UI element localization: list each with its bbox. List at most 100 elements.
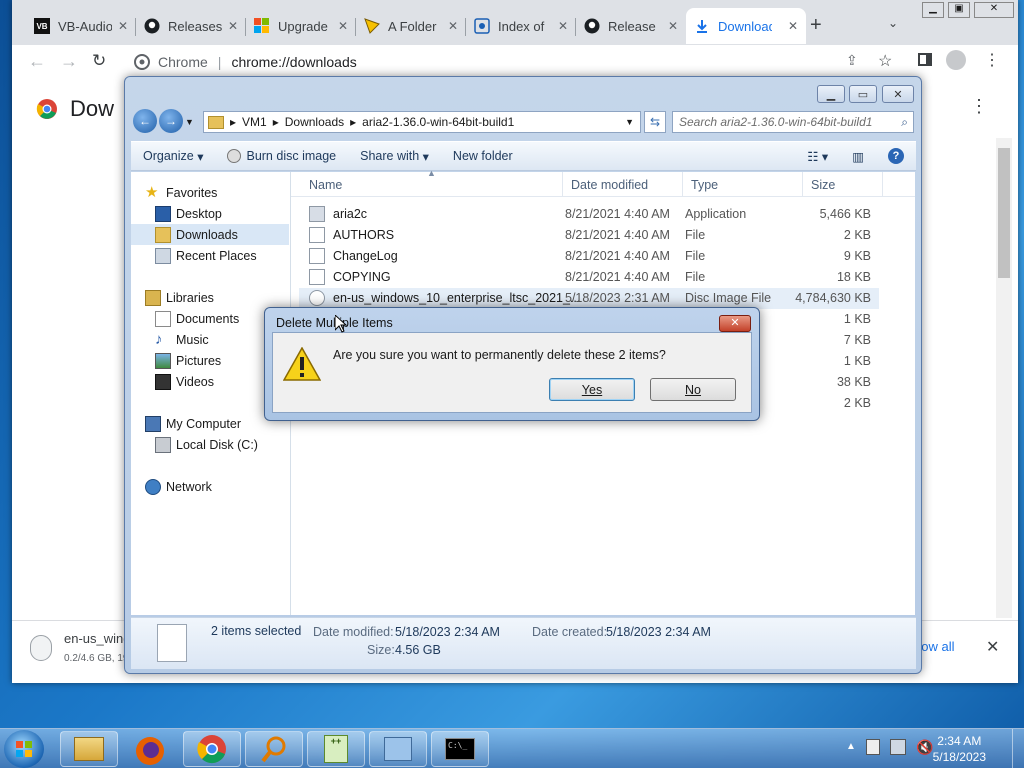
tab-releases[interactable]: Releases ✕ — [136, 8, 246, 44]
volume-muted-icon[interactable]: 🔇 — [916, 739, 933, 756]
nav-libraries[interactable]: Libraries — [145, 287, 303, 308]
explorer-icon[interactable] — [60, 731, 118, 767]
close-icon[interactable]: ✕ — [444, 19, 458, 33]
new-tab-button[interactable]: + — [810, 14, 822, 37]
nav-local-disk[interactable]: Local Disk (C:) — [155, 434, 313, 455]
column-date-modified[interactable]: Date modified — [563, 172, 683, 197]
nav-network[interactable]: Network — [145, 476, 303, 497]
chrome-menu-icon[interactable]: ⋮ — [984, 50, 1000, 70]
file-type: File — [685, 228, 706, 242]
help-icon[interactable]: ? — [876, 148, 916, 164]
back-icon[interactable]: ← — [133, 109, 157, 133]
file-size: 1 KB — [843, 354, 871, 368]
close-window-button[interactable]: ✕ — [974, 2, 1014, 18]
forward-icon[interactable]: → — [159, 109, 183, 133]
address-bar[interactable]: ▸ VM1 ▸ Downloads ▸ aria2-1.36.0-win-64b… — [203, 111, 641, 133]
page-scrollbar[interactable] — [996, 138, 1012, 618]
file-row[interactable]: ChangeLog 8/21/2021 4:40 AM File 9 KB — [299, 246, 879, 267]
close-icon[interactable]: ✕ — [334, 19, 348, 33]
chrome-logo-icon — [36, 98, 58, 120]
computer-icon — [145, 415, 161, 432]
nav-favorites[interactable]: ★ Favorites — [145, 182, 303, 203]
nav-downloads[interactable]: Downloads — [131, 224, 289, 245]
profile-avatar-icon[interactable] — [946, 50, 966, 70]
cmd-icon[interactable]: C:\_ — [431, 731, 489, 767]
maximize-button[interactable]: ▣ — [948, 2, 970, 18]
close-shelf-icon[interactable]: ✕ — [986, 637, 999, 657]
refresh-icon[interactable]: ⇆ — [644, 111, 666, 133]
tab-index-of[interactable]: Index of ✕ — [466, 8, 576, 44]
explorer-maximize-button[interactable]: ▭ — [849, 85, 877, 103]
firefox-icon[interactable] — [134, 735, 166, 767]
recent-places-icon — [155, 247, 171, 264]
tab-search-chevron-icon[interactable]: ⌄ — [888, 16, 898, 30]
file-row[interactable]: aria2c 8/21/2021 4:40 AM Application 5,466 … — [299, 204, 879, 225]
close-icon[interactable]: ✕ — [224, 19, 238, 33]
notepad-plus-icon[interactable]: ++ — [307, 731, 365, 767]
search-magnifier-icon[interactable] — [245, 731, 303, 767]
reload-icon[interactable]: ↻ — [92, 51, 106, 71]
network-status-icon[interactable] — [890, 739, 906, 755]
view-options-icon[interactable]: ☷ ▾ — [795, 149, 840, 164]
column-type[interactable]: Type — [683, 172, 803, 197]
omnibox-url: chrome://downloads — [231, 54, 357, 70]
file-row[interactable]: en-us_windows_10_enterprise_ltsc_2021_..… — [299, 288, 879, 309]
explorer-minimize-button[interactable]: ▁ — [817, 85, 845, 103]
organize-button[interactable]: Organize ▾ — [131, 149, 215, 164]
control-panel-icon[interactable] — [369, 731, 427, 767]
documents-icon — [155, 310, 171, 327]
close-icon[interactable]: ✕ — [554, 19, 568, 33]
recent-pages-chevron-icon[interactable]: ▼ — [185, 117, 194, 133]
size-label: Size: — [367, 643, 395, 657]
forward-arrow-icon[interactable]: → — [60, 51, 78, 72]
show-desktop-button[interactable] — [1012, 729, 1024, 768]
back-arrow-icon[interactable]: ← — [28, 51, 46, 72]
close-icon[interactable]: ✕ — [114, 19, 128, 33]
breadcrumb-vm1[interactable]: VM1 — [242, 115, 267, 129]
share-icon[interactable]: ⇪ — [846, 52, 858, 69]
close-icon[interactable]: ✕ — [664, 19, 678, 33]
download-item-name[interactable]: en-us_wind — [64, 631, 131, 646]
page-menu-icon[interactable]: ⋮ — [970, 96, 988, 117]
nav-desktop[interactable]: Desktop — [155, 203, 313, 224]
folder-icon — [208, 115, 224, 129]
share-with-button[interactable]: Share with ▾ — [348, 149, 441, 164]
explorer-close-button[interactable]: ✕ — [882, 85, 914, 103]
file-row[interactable]: COPYING 8/21/2021 4:40 AM File 18 KB — [299, 267, 879, 288]
column-size[interactable]: Size — [803, 172, 883, 197]
dialog-close-button[interactable]: ✕ — [719, 315, 751, 332]
tab-downloads[interactable]: Downloads ✕ — [686, 8, 806, 44]
browser-toolbar: ← → ↻ Chrome | chrome://downloads ⇪ ☆ ⋮ — [12, 45, 1018, 78]
omnibox-site-label: Chrome — [158, 54, 208, 70]
tab-release[interactable]: Release ✕ — [576, 8, 686, 44]
tab-upgrade[interactable]: Upgrade ✕ — [246, 8, 356, 44]
action-center-icon[interactable] — [866, 739, 880, 755]
side-panel-icon[interactable] — [918, 53, 932, 66]
breadcrumb-downloads[interactable]: Downloads — [285, 115, 344, 129]
bookmark-star-icon[interactable]: ☆ — [878, 51, 892, 71]
file-row[interactable]: AUTHORS 8/21/2021 4:40 AM File 2 KB — [299, 225, 879, 246]
preview-pane-icon[interactable]: ▥ — [840, 149, 876, 164]
minimize-button[interactable]: ▁ — [922, 2, 944, 18]
search-box[interactable]: Search aria2-1.36.0-win-64bit-build1 ⌕ — [672, 111, 914, 133]
tab-vb-audio[interactable]: VB VB-Audio ✕ — [26, 8, 136, 44]
chrome-site-icon — [134, 54, 150, 70]
yes-button[interactable]: Yes — [549, 378, 635, 401]
tab-a-folder[interactable]: A Folder ✕ — [356, 8, 466, 44]
file-date: 8/21/2021 4:40 AM — [565, 228, 670, 242]
no-button[interactable]: No — [650, 378, 736, 401]
chrome-icon[interactable] — [183, 731, 241, 767]
start-button[interactable] — [4, 730, 44, 768]
new-folder-button[interactable]: New folder — [441, 149, 525, 163]
show-hidden-icons-icon[interactable]: ▲ — [846, 741, 856, 752]
omnibox[interactable]: Chrome | chrome://downloads — [120, 49, 860, 75]
file-size: 7 KB — [843, 333, 871, 347]
system-clock[interactable]: 2:34 AM 5/18/2023 — [933, 733, 986, 765]
breadcrumb-aria2[interactable]: aria2-1.36.0-win-64bit-build1 — [362, 115, 514, 129]
file-date: 5/18/2023 2:31 AM — [565, 291, 670, 305]
address-dropdown-icon[interactable]: ▼ — [625, 117, 634, 127]
file-size: 2 KB — [843, 396, 871, 410]
burn-disc-image-button[interactable]: Burn disc image — [215, 149, 348, 163]
nav-recent-places[interactable]: Recent Places — [155, 245, 313, 266]
close-icon[interactable]: ✕ — [784, 19, 798, 33]
